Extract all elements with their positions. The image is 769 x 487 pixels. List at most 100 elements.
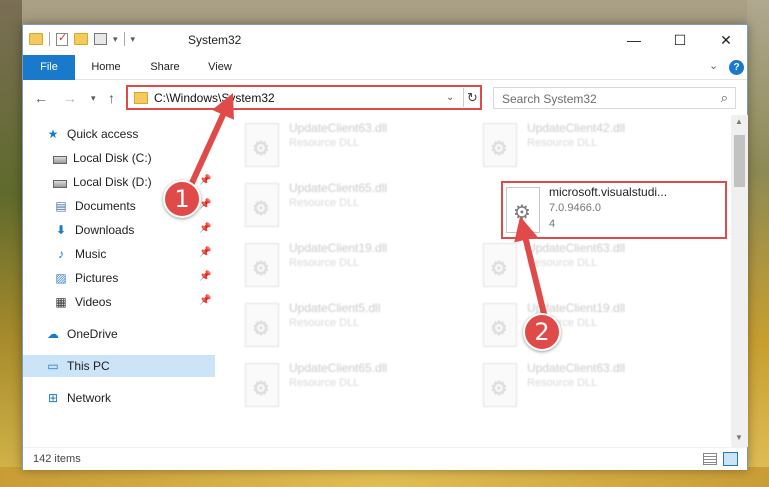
address-dropdown-chevron-icon[interactable]: ⌄ <box>446 92 454 103</box>
dll-file-icon <box>483 303 517 347</box>
expand-ribbon-chevron-icon[interactable]: ⌄ <box>709 59 718 72</box>
dll-file-icon <box>245 243 279 287</box>
sidebar-item-quick-access[interactable]: ★ Quick access <box>23 123 215 145</box>
file-name: UpdateClient63.dll <box>527 241 626 255</box>
scroll-down-arrow-icon[interactable]: ▼ <box>735 433 743 442</box>
callout-step-1: 1 <box>163 180 201 218</box>
file-tile[interactable]: UpdateClient65.dll Resource DLL <box>245 179 475 235</box>
pictures-icon: ▨ <box>55 271 67 285</box>
network-icon: ⊞ <box>47 391 59 405</box>
details-view-icon[interactable] <box>703 453 717 465</box>
sidebar-item-videos[interactable]: ▦ Videos 📌 <box>23 291 215 313</box>
callout-step-2: 2 <box>523 313 561 351</box>
dll-file-icon <box>506 187 540 233</box>
dll-file-icon <box>245 363 279 407</box>
refresh-icon[interactable]: ↻ <box>463 88 481 107</box>
drive-icon <box>53 156 67 164</box>
customize-toolbar-chevron-icon[interactable]: ▾ <box>113 34 118 45</box>
help-icon[interactable]: ? <box>729 60 744 75</box>
desktop-background-bottom <box>0 467 769 487</box>
sidebar-item-label: Pictures <box>75 271 119 285</box>
properties-icon[interactable] <box>94 33 107 45</box>
pin-icon[interactable]: 📌 <box>199 247 211 258</box>
scrollbar-thumb[interactable] <box>734 135 745 187</box>
folder-icon <box>29 33 43 45</box>
pin-icon[interactable]: 📌 <box>199 175 211 186</box>
sidebar-item-onedrive[interactable]: ☁ OneDrive <box>23 323 215 345</box>
download-icon: ⬇ <box>55 223 67 237</box>
star-icon: ★ <box>47 127 59 141</box>
sidebar-item-label: Music <box>75 247 107 261</box>
vertical-scrollbar[interactable]: ▲ ▼ <box>731 115 748 447</box>
address-path[interactable]: C:\Windows\System32 <box>154 91 275 105</box>
quick-access-dropdown-icon[interactable]: ▾ <box>131 34 136 45</box>
file-tile[interactable]: UpdateClient42.dll Resource DLL <box>483 119 713 175</box>
desktop-background-right <box>747 0 769 487</box>
back-arrow-icon[interactable]: ← <box>34 90 48 106</box>
address-bar[interactable]: C:\Windows\System32 ⌄ ↻ <box>126 85 482 110</box>
file-tile[interactable]: UpdateClient65.dll Resource DLL <box>245 359 475 415</box>
music-icon: ♪ <box>58 247 64 261</box>
file-explorer-window: ▾ ▾ System32 — ☐ ✕ File Home Share View … <box>22 24 748 470</box>
up-arrow-icon[interactable]: ↑ <box>108 90 115 106</box>
file-type: Resource DLL <box>527 137 598 149</box>
pin-icon[interactable]: 📌 <box>199 223 211 234</box>
file-name: UpdateClient65.dll <box>289 181 388 195</box>
highlighted-file-extra: 4 <box>549 218 556 230</box>
search-placeholder: Search System32 <box>502 92 597 106</box>
dll-file-icon <box>245 123 279 167</box>
item-count: 142 items <box>33 453 81 465</box>
file-tile[interactable]: UpdateClient19.dll Resource DLL <box>483 299 713 355</box>
tab-home[interactable]: Home <box>83 55 129 80</box>
toolbar-divider <box>49 32 50 46</box>
pin-icon[interactable]: 📌 <box>199 271 211 282</box>
pin-icon[interactable]: 📌 <box>199 295 211 306</box>
sidebar-item-label: Network <box>67 391 112 405</box>
minimize-button[interactable]: — <box>611 25 657 55</box>
search-input[interactable]: Search System32 ⌕ <box>493 87 736 109</box>
recent-locations-chevron-icon[interactable]: ▾ <box>91 93 96 104</box>
file-tile[interactable]: UpdateClient5.dll Resource DLL <box>245 299 475 355</box>
quick-access-toolbar: ▾ ▾ <box>29 31 136 46</box>
highlighted-file-tile[interactable]: microsoft.visualstudi... 7.0.9466.0 4 <box>501 181 727 239</box>
file-tile[interactable]: UpdateClient63.dll Resource DLL <box>245 119 475 175</box>
file-name: UpdateClient65.dll <box>289 361 388 375</box>
tab-share[interactable]: Share <box>141 55 189 80</box>
file-name: UpdateClient19.dll <box>289 241 388 255</box>
navigation-pane: ★ Quick access Local Disk (C:) Local Dis… <box>23 115 215 447</box>
new-folder-icon[interactable] <box>74 33 88 45</box>
large-icons-view-icon[interactable] <box>723 452 738 466</box>
toolbar-divider-2 <box>123 32 125 46</box>
tab-file[interactable]: File <box>23 55 75 80</box>
file-tile[interactable]: UpdateClient19.dll Resource DLL <box>245 239 475 295</box>
dll-file-icon <box>483 243 517 287</box>
scroll-up-arrow-icon[interactable]: ▲ <box>735 117 743 126</box>
tab-view[interactable]: View <box>199 55 241 80</box>
sidebar-item-pictures[interactable]: ▨ Pictures 📌 <box>23 267 215 289</box>
forward-arrow-icon[interactable]: → <box>63 90 77 106</box>
sidebar-item-label: Local Disk (D:) <box>73 175 152 189</box>
sidebar-item-music[interactable]: ♪ Music 📌 <box>23 243 215 265</box>
maximize-button[interactable]: ☐ <box>657 25 703 55</box>
file-name: UpdateClient5.dll <box>289 301 381 315</box>
file-type: Resource DLL <box>289 317 360 329</box>
file-type: Resource DLL <box>289 137 360 149</box>
file-tile[interactable]: UpdateClient63.dll Resource DLL <box>483 239 713 295</box>
sidebar-item-label: Downloads <box>75 223 135 237</box>
file-tile[interactable]: UpdateClient63.dll Resource DLL <box>483 359 713 415</box>
file-type: Resource DLL <box>527 377 598 389</box>
navigation-bar: ← → ▾ ↑ C:\Windows\System32 ⌄ ↻ Search S… <box>23 81 747 114</box>
search-icon[interactable]: ⌕ <box>721 90 728 106</box>
properties-check-icon[interactable] <box>56 31 68 46</box>
address-folder-icon <box>134 92 148 104</box>
documents-icon: ▤ <box>55 199 67 213</box>
close-button[interactable]: ✕ <box>703 25 749 55</box>
sidebar-item-label: Quick access <box>67 127 139 141</box>
computer-icon: ▭ <box>47 359 59 373</box>
sidebar-item-local-disk-c[interactable]: Local Disk (C:) <box>23 147 215 169</box>
sidebar-item-this-pc[interactable]: ▭ This PC <box>23 355 215 377</box>
file-type: Resource DLL <box>289 197 360 209</box>
sidebar-item-downloads[interactable]: ⬇ Downloads 📌 <box>23 219 215 241</box>
sidebar-item-label: This PC <box>67 359 110 373</box>
sidebar-item-network[interactable]: ⊞ Network <box>23 387 215 409</box>
